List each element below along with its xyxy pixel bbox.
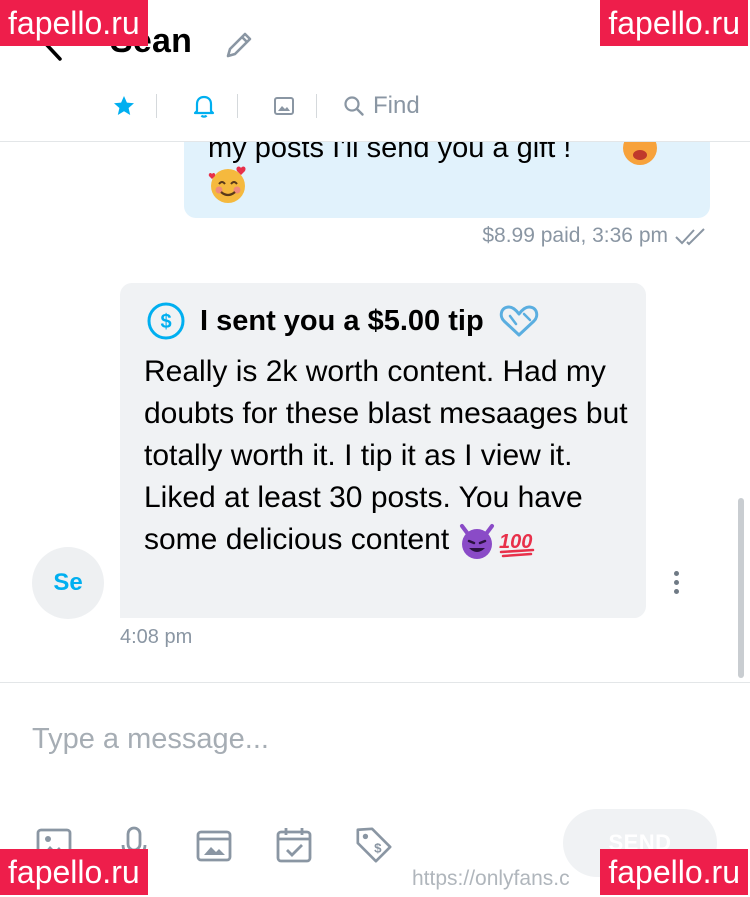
received-message-text: Really is 2k worth content. Had my doubt…: [144, 351, 634, 561]
gallery-button[interactable]: [268, 88, 300, 124]
hundred-points-emoji: 100: [499, 531, 535, 558]
schedule-button[interactable]: [274, 823, 314, 867]
chat-toolbar: Find: [108, 88, 420, 124]
search-icon: [344, 96, 364, 116]
svg-text:$: $: [160, 311, 171, 333]
dollar-circle-icon: $: [147, 302, 185, 340]
edit-name-button[interactable]: [222, 28, 256, 62]
toolbar-divider: [156, 94, 157, 118]
watermark: fapello.ru: [0, 849, 148, 895]
double-check-icon: [675, 228, 705, 246]
sent-message-status: $8.99 paid, 3:36 pm: [482, 224, 668, 247]
price-tag-icon: $: [356, 827, 392, 863]
vault-button[interactable]: [194, 823, 234, 867]
watermark: fapello.ru: [600, 0, 748, 46]
url-watermark-text: https://onlyfans.c: [412, 867, 570, 890]
heart-icon: [499, 305, 538, 337]
smiling-face-with-hearts-emoji: [206, 162, 250, 211]
find-label: Find: [373, 92, 420, 119]
star-icon: [114, 96, 134, 115]
more-vertical-icon: [673, 569, 679, 596]
bell-icon: [193, 95, 215, 118]
avatar[interactable]: Se: [32, 547, 104, 619]
toolbar-divider: [316, 94, 317, 118]
watermark: fapello.ru: [0, 0, 148, 46]
tip-indicator: $ I sent you a $5.00 tip: [146, 301, 540, 341]
watermark: fapello.ru: [600, 849, 748, 895]
vault-icon: [196, 830, 232, 862]
received-message-body: Really is 2k worth content. Had my doubt…: [144, 355, 628, 556]
message-input[interactable]: [32, 715, 712, 763]
find-button[interactable]: Find: [343, 88, 420, 124]
message-emojis: 100: [457, 522, 537, 560]
received-message-time: 4:08 pm: [120, 626, 193, 648]
svg-text:$: $: [374, 841, 382, 856]
notifications-button[interactable]: [187, 88, 221, 124]
pencil-icon: [226, 32, 252, 58]
tip-text: I sent you a $5.00 tip: [200, 304, 484, 337]
message-more-button[interactable]: [664, 564, 688, 600]
image-icon: [274, 97, 294, 115]
smiling-devil-emoji: [460, 524, 495, 560]
price-tag-button[interactable]: $: [354, 823, 394, 867]
sent-message-meta: $8.99 paid, 3:36 pm: [482, 224, 710, 248]
favorite-button[interactable]: [108, 88, 140, 124]
chat-scrollbar[interactable]: [738, 498, 744, 678]
calendar-check-icon: [276, 828, 312, 863]
received-message-bubble[interactable]: $ I sent you a $5.00 tip Really is 2k wo…: [120, 283, 646, 618]
toolbar-divider: [237, 94, 238, 118]
